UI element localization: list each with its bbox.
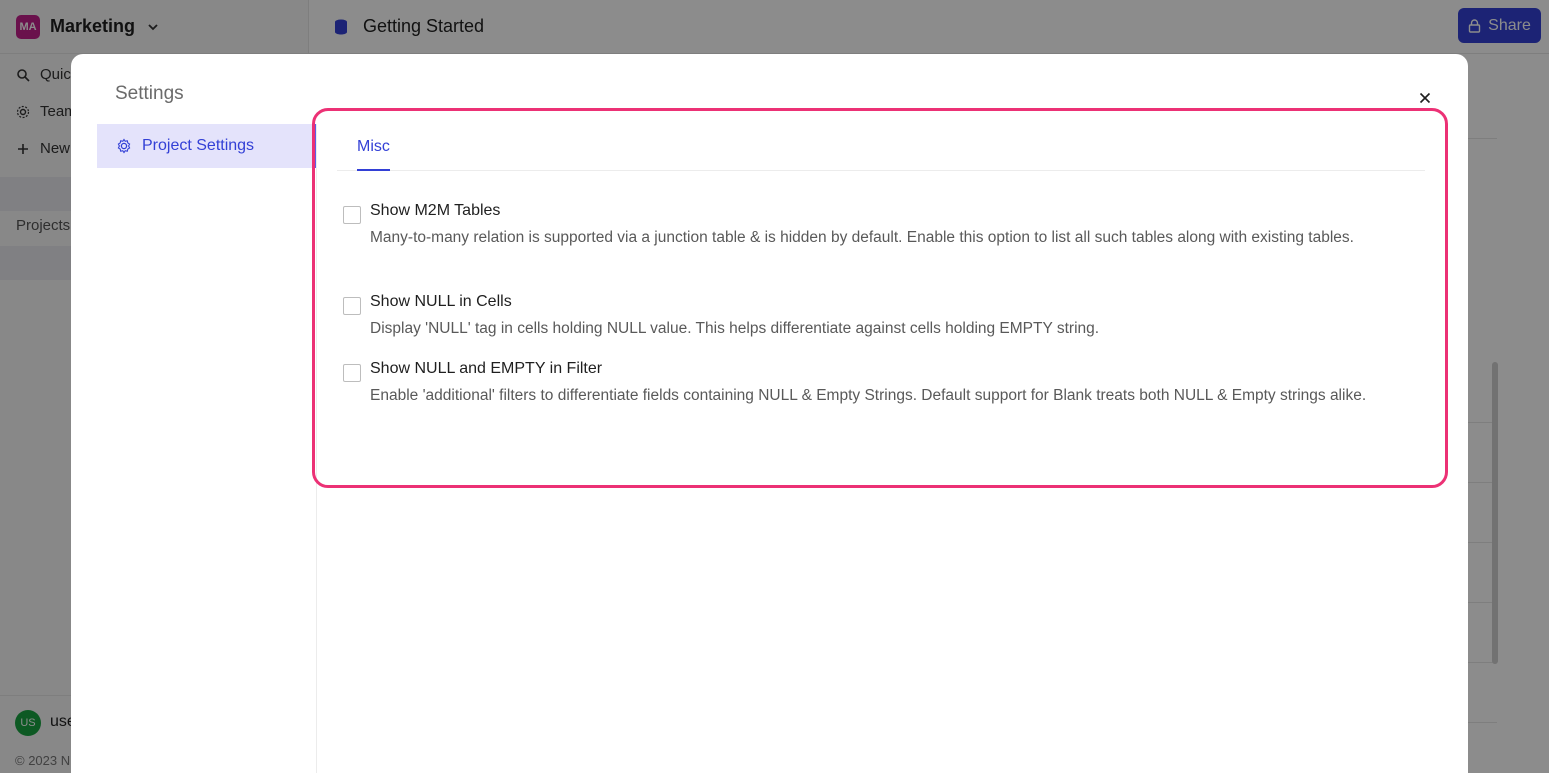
option-title: Show M2M Tables [370,202,501,219]
tab-misc[interactable]: Misc [357,111,390,171]
settings-modal: Settings Project Settings Misc Show M2M … [71,54,1468,773]
option-description: Many-to-many relation is supported via a… [370,229,1354,246]
option-show-null-in-cells: Show NULL in Cells Display 'NULL' tag in… [343,293,1403,339]
option-description: Enable 'additional' filters to different… [370,387,1367,404]
option-title: Show NULL in Cells [370,293,512,310]
checkbox-show-m2m-tables[interactable] [343,206,361,224]
tab-bar: Misc [337,111,1425,171]
option-description: Display 'NULL' tag in cells holding NULL… [370,320,1100,337]
menu-item-label: Project Settings [142,137,255,154]
option-show-null-empty-filter: Show NULL and EMPTY in Filter Enable 'ad… [343,360,1403,430]
option-title: Show NULL and EMPTY in Filter [370,360,603,377]
gear-icon [117,138,131,154]
option-show-m2m-tables: Show M2M Tables Many-to-many relation is… [343,202,1403,272]
checkbox-show-null-empty-filter[interactable] [343,364,361,382]
close-button[interactable] [1417,90,1433,106]
menu-item-project-settings[interactable]: Project Settings [97,124,316,168]
close-icon [1419,92,1431,104]
modal-title: Settings [115,83,184,104]
checkbox-show-null-in-cells[interactable] [343,297,361,315]
settings-content-highlight: Misc Show M2M Tables Many-to-many relati… [312,108,1448,488]
